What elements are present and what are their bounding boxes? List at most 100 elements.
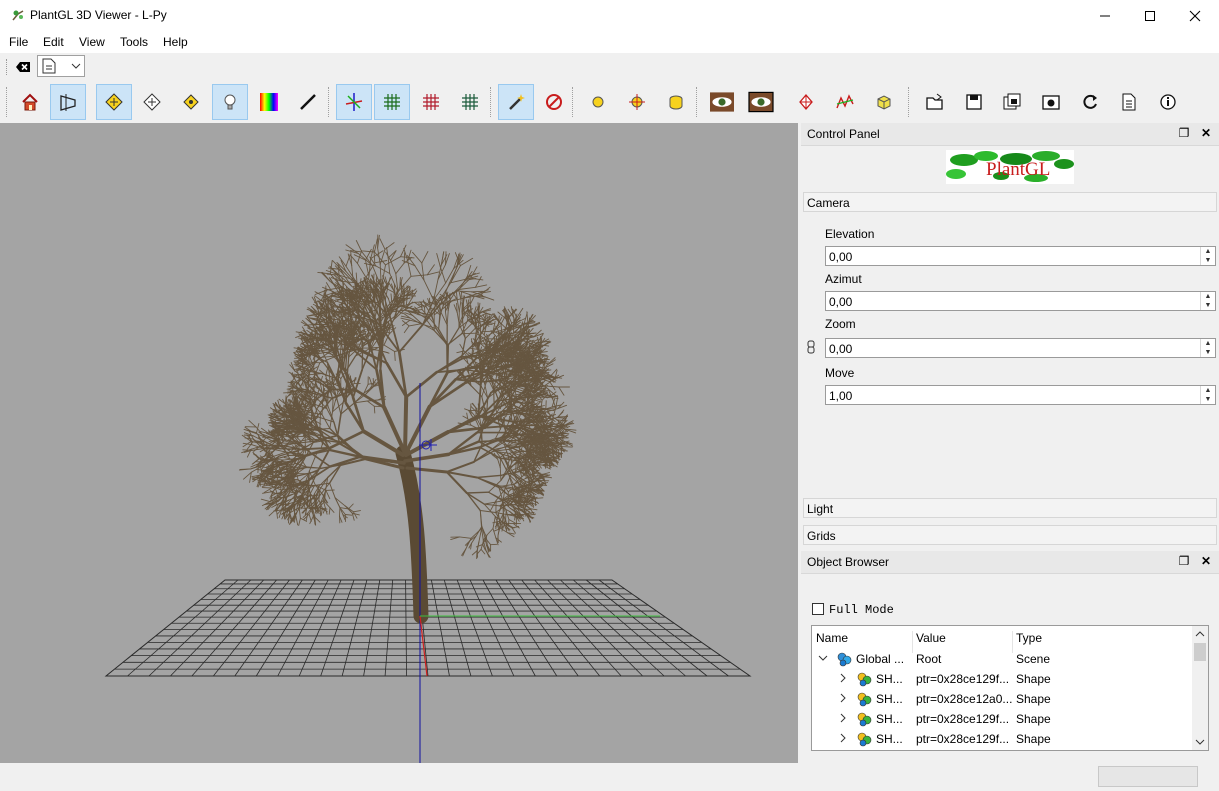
light-bulb-button[interactable] [212, 84, 248, 120]
full-mode-checkbox[interactable] [812, 603, 824, 615]
float-panel-icon[interactable]: ❐ [1177, 126, 1191, 140]
scene-canvas[interactable] [0, 123, 798, 763]
minimize-button[interactable] [1082, 0, 1128, 31]
zoom-spinbox[interactable]: 0,00 ▲ ▼ [825, 338, 1216, 358]
3d-viewport[interactable] [0, 123, 798, 763]
chevron-right-icon[interactable] [840, 733, 847, 743]
status-bar [0, 763, 1219, 791]
xy-grid-button[interactable] [374, 84, 410, 120]
azimut-spinbox[interactable]: 0,00 ▲ ▼ [825, 291, 1216, 311]
clip-plane-icon [546, 94, 562, 110]
move-value: 1,00 [829, 389, 853, 403]
chevron-down-icon [71, 63, 81, 69]
tree-row[interactable]: SH... ptr=0x28ce129f... Shape [812, 729, 1194, 749]
column-name[interactable]: Name [816, 631, 848, 645]
perspective-button[interactable] [50, 84, 86, 120]
object-browser-titlebar: Object Browser ❐ ✕ [801, 551, 1219, 574]
spin-down-icon[interactable]: ▼ [1201, 301, 1215, 310]
clip-plane-button[interactable] [536, 84, 572, 120]
open-file-button[interactable] [917, 84, 953, 120]
tree-scrollbar[interactable] [1192, 626, 1208, 750]
eye-stereo-button[interactable] [704, 84, 740, 120]
maximize-button[interactable] [1127, 0, 1173, 31]
eye-camera-icon [748, 91, 774, 113]
grids-section-header[interactable]: Grids [803, 525, 1217, 545]
close-panel-icon[interactable]: ✕ [1199, 554, 1213, 568]
move-spinbox[interactable]: 1,00 ▲ ▼ [825, 385, 1216, 405]
document-button[interactable] [1111, 84, 1147, 120]
light-bulb-icon [224, 94, 236, 110]
spin-down-icon[interactable]: ▼ [1201, 348, 1215, 357]
close-panel-icon[interactable]: ✕ [1199, 126, 1213, 140]
eye-stereo-icon [710, 92, 734, 112]
sphere-button[interactable] [580, 84, 616, 120]
chevron-right-icon[interactable] [840, 713, 847, 723]
info-button[interactable] [1150, 84, 1186, 120]
logo-text: PlantGL [986, 159, 1051, 180]
object-tree[interactable]: Name Value Type Global ... Root Scene SH...… [811, 625, 1209, 751]
scroll-thumb[interactable] [1194, 643, 1206, 661]
link-chain-icon[interactable] [807, 340, 815, 354]
line-width-button[interactable] [290, 84, 326, 120]
spin-down-icon[interactable]: ▼ [1201, 395, 1215, 404]
tree-row[interactable]: SH... ptr=0x28ce12a0... Shape [812, 689, 1194, 709]
rotate-mode-button[interactable] [96, 84, 132, 120]
menu-help[interactable]: Help [163, 35, 188, 49]
tree-cell-value: Root [916, 652, 942, 666]
tree-row[interactable]: SH... ptr=0x28ce129f... Shape [812, 669, 1194, 689]
zoom-mode-icon [183, 94, 199, 110]
refresh-button[interactable] [1072, 84, 1108, 120]
axes-button[interactable] [336, 84, 372, 120]
home-button[interactable] [12, 84, 48, 120]
spin-up-icon[interactable]: ▲ [1201, 247, 1215, 256]
spin-up-icon[interactable]: ▲ [1201, 386, 1215, 395]
home-icon [22, 93, 38, 111]
document-selector[interactable] [37, 55, 85, 77]
rotate-mode-icon [105, 93, 123, 111]
move-mode-button[interactable] [134, 84, 170, 120]
menu-tools[interactable]: Tools [120, 35, 148, 49]
box-button[interactable] [866, 84, 902, 120]
close-window-button[interactable] [1172, 0, 1218, 31]
screenshot-button[interactable] [1033, 84, 1069, 120]
chevron-right-icon[interactable] [840, 693, 847, 703]
xz-grid-button[interactable] [413, 84, 449, 120]
frame-button[interactable] [788, 84, 824, 120]
yz-grid-button[interactable] [452, 84, 488, 120]
column-value[interactable]: Value [916, 631, 946, 645]
camera-section-header[interactable]: Camera [803, 192, 1217, 212]
save-multiple-button[interactable] [994, 84, 1030, 120]
erase-icon[interactable] [14, 58, 32, 76]
tree-row[interactable]: SH... ptr=0x28ce129f... Shape [812, 709, 1194, 729]
menu-file[interactable]: File [9, 35, 28, 49]
color-palette-button[interactable] [251, 84, 287, 120]
tree-row[interactable]: Global ... Root Scene [812, 649, 1194, 669]
magic-wand-button[interactable] [498, 84, 534, 120]
chevron-down-icon[interactable] [818, 655, 828, 662]
info-icon [1160, 94, 1176, 110]
eye-camera-button[interactable] [743, 84, 779, 120]
grids-section-label: Grids [807, 529, 836, 543]
chevron-right-icon[interactable] [840, 673, 847, 683]
float-panel-icon[interactable]: ❐ [1177, 554, 1191, 568]
scroll-up-icon[interactable] [1195, 630, 1205, 637]
maximize-icon [1145, 10, 1155, 21]
menu-view[interactable]: View [79, 35, 105, 49]
camera-section-label: Camera [807, 196, 850, 210]
elevation-spinbox[interactable]: 0,00 ▲ ▼ [825, 246, 1216, 266]
crosshair-icon [629, 94, 645, 110]
spin-up-icon[interactable]: ▲ [1201, 292, 1215, 301]
light-section-header[interactable]: Light [803, 498, 1217, 518]
scroll-down-icon[interactable] [1195, 739, 1205, 746]
spin-up-icon[interactable]: ▲ [1201, 339, 1215, 348]
zoom-mode-button[interactable] [173, 84, 209, 120]
column-type[interactable]: Type [1016, 631, 1042, 645]
document-icon [42, 58, 56, 74]
azimut-value: 0,00 [829, 295, 853, 309]
curve-button[interactable] [827, 84, 863, 120]
spin-down-icon[interactable]: ▼ [1201, 256, 1215, 265]
cylinder-button[interactable] [658, 84, 694, 120]
crosshair-button[interactable] [619, 84, 655, 120]
save-button[interactable] [956, 84, 992, 120]
menu-edit[interactable]: Edit [43, 35, 64, 49]
